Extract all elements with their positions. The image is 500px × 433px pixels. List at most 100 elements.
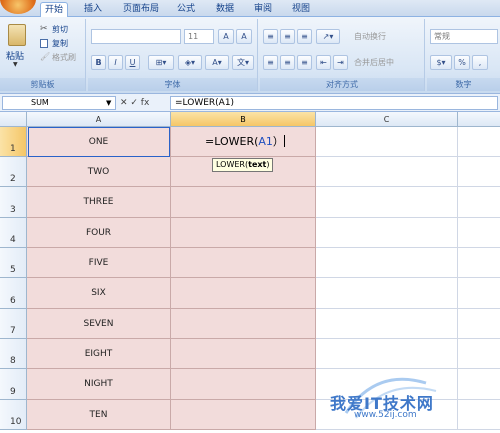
cell-a4[interactable]: FOUR: [27, 218, 171, 248]
row-header-4[interactable]: 4: [0, 218, 27, 248]
row-number: 5: [10, 265, 16, 275]
font-size-select[interactable]: 11: [184, 29, 214, 44]
row-header-6[interactable]: 6: [0, 278, 27, 309]
wrap-text-button[interactable]: 自动换行: [354, 31, 386, 43]
number-format-select[interactable]: 常规: [430, 29, 498, 44]
cut-button[interactable]: 剪切: [52, 24, 68, 35]
copy-icon: [40, 39, 48, 48]
cell-a10[interactable]: TEN: [27, 400, 171, 430]
cell-a7[interactable]: SEVEN: [27, 309, 171, 339]
cell-b7[interactable]: [171, 309, 316, 339]
font-color-button[interactable]: A▾: [205, 55, 229, 70]
cell-b3[interactable]: [171, 187, 316, 218]
cell-b9[interactable]: [171, 369, 316, 400]
cell-b5[interactable]: [171, 248, 316, 278]
cell-d6[interactable]: [458, 278, 500, 309]
office-button[interactable]: [0, 0, 36, 14]
cell-a6[interactable]: SIX: [27, 278, 171, 309]
paste-dropdown-icon[interactable]: ▼: [13, 61, 18, 68]
cell-d4[interactable]: [458, 218, 500, 248]
currency-button[interactable]: $▾: [430, 55, 452, 70]
align-left-button[interactable]: ≡: [263, 55, 278, 70]
number-group-label: 数字: [427, 78, 500, 91]
cell-c2[interactable]: [316, 157, 458, 187]
percent-button[interactable]: %: [454, 55, 470, 70]
cell-d5[interactable]: [458, 248, 500, 278]
cell-b8[interactable]: [171, 339, 316, 369]
cell-a3[interactable]: THREE: [27, 187, 171, 218]
cell-b1-editing[interactable]: =LOWER(A1）: [205, 135, 284, 149]
cell-a5[interactable]: FIVE: [27, 248, 171, 278]
cell-a2[interactable]: TWO: [27, 157, 171, 187]
cell-value: EIGHT: [84, 348, 113, 359]
cell-b6[interactable]: [171, 278, 316, 309]
format-painter-button[interactable]: 格式刷: [52, 52, 76, 63]
font-name-select[interactable]: [91, 29, 181, 44]
fill-color-button[interactable]: ◈▾: [178, 55, 202, 70]
paste-icon[interactable]: [8, 24, 26, 46]
cell-d1[interactable]: [458, 127, 500, 157]
align-top-button[interactable]: ≡: [263, 29, 278, 44]
cell-b4[interactable]: [171, 218, 316, 248]
shrink-font-button[interactable]: A: [236, 29, 252, 44]
italic-button[interactable]: I: [108, 55, 123, 70]
bold-button[interactable]: B: [91, 55, 106, 70]
phonetic-button[interactable]: 文▾: [232, 55, 254, 70]
column-header-c[interactable]: C: [316, 112, 458, 127]
row-header-1[interactable]: 1: [0, 127, 27, 157]
row-header-2[interactable]: 2: [0, 157, 27, 187]
cell-value: SEVEN: [83, 318, 114, 329]
tab-review[interactable]: 审阅: [249, 2, 277, 17]
align-center-button[interactable]: ≡: [280, 55, 295, 70]
tab-formulas[interactable]: 公式: [172, 2, 200, 17]
decrease-indent-button[interactable]: ⇤: [316, 55, 331, 70]
row-header-10[interactable]: 10: [0, 400, 27, 430]
number-group: 常规 $▾ % , 数字: [427, 19, 500, 91]
comma-button[interactable]: ,: [472, 55, 488, 70]
row-header-9[interactable]: 9: [0, 369, 27, 400]
orientation-button[interactable]: ↗▾: [316, 29, 340, 44]
align-right-button[interactable]: ≡: [297, 55, 312, 70]
cell-c6[interactable]: [316, 278, 458, 309]
row-header-7[interactable]: 7: [0, 309, 27, 339]
row-header-3[interactable]: 3: [0, 187, 27, 218]
formula-buttons[interactable]: ✕ ✓ fx: [120, 96, 170, 110]
cell-a8[interactable]: EIGHT: [27, 339, 171, 369]
cell-a9[interactable]: NIGHT: [27, 369, 171, 400]
select-all-corner[interactable]: [0, 112, 27, 127]
column-header-a[interactable]: A: [27, 112, 171, 127]
tab-view[interactable]: 视图: [287, 2, 315, 17]
tab-home[interactable]: 开始: [40, 2, 68, 18]
row-header-5[interactable]: 5: [0, 248, 27, 278]
copy-button[interactable]: 复制: [52, 38, 68, 49]
cell-d3[interactable]: [458, 187, 500, 218]
borders-button[interactable]: ⊞▾: [148, 55, 174, 70]
cell-b10[interactable]: [171, 400, 316, 430]
cell-value: TEN: [89, 409, 108, 420]
tab-data[interactable]: 数据: [211, 2, 239, 17]
row-header-8[interactable]: 8: [0, 339, 27, 369]
increase-indent-button[interactable]: ⇥: [333, 55, 348, 70]
function-tooltip[interactable]: LOWER(text): [212, 158, 274, 172]
tab-insert[interactable]: 插入: [78, 2, 108, 17]
align-bottom-button[interactable]: ≡: [297, 29, 312, 44]
font-group-label: 字体: [88, 78, 257, 91]
name-box-dropdown-icon[interactable]: ▼: [106, 99, 111, 107]
cell-c5[interactable]: [316, 248, 458, 278]
cell-c4[interactable]: [316, 218, 458, 248]
merge-center-button[interactable]: 合并后居中: [354, 57, 394, 69]
underline-button[interactable]: U: [125, 55, 140, 70]
column-header-d[interactable]: [458, 112, 500, 127]
column-header-b[interactable]: B: [171, 112, 316, 127]
grow-font-button[interactable]: A: [218, 29, 234, 44]
name-box[interactable]: SUM: [2, 96, 116, 110]
align-middle-button[interactable]: ≡: [280, 29, 295, 44]
cell-c1[interactable]: [316, 127, 458, 157]
tab-page-layout[interactable]: 页面布局: [115, 2, 167, 17]
cell-c7[interactable]: [316, 309, 458, 339]
cell-value: FIVE: [88, 257, 109, 268]
cell-d7[interactable]: [458, 309, 500, 339]
formula-input[interactable]: =LOWER(A1): [170, 96, 498, 110]
cell-d2[interactable]: [458, 157, 500, 187]
cell-c3[interactable]: [316, 187, 458, 218]
